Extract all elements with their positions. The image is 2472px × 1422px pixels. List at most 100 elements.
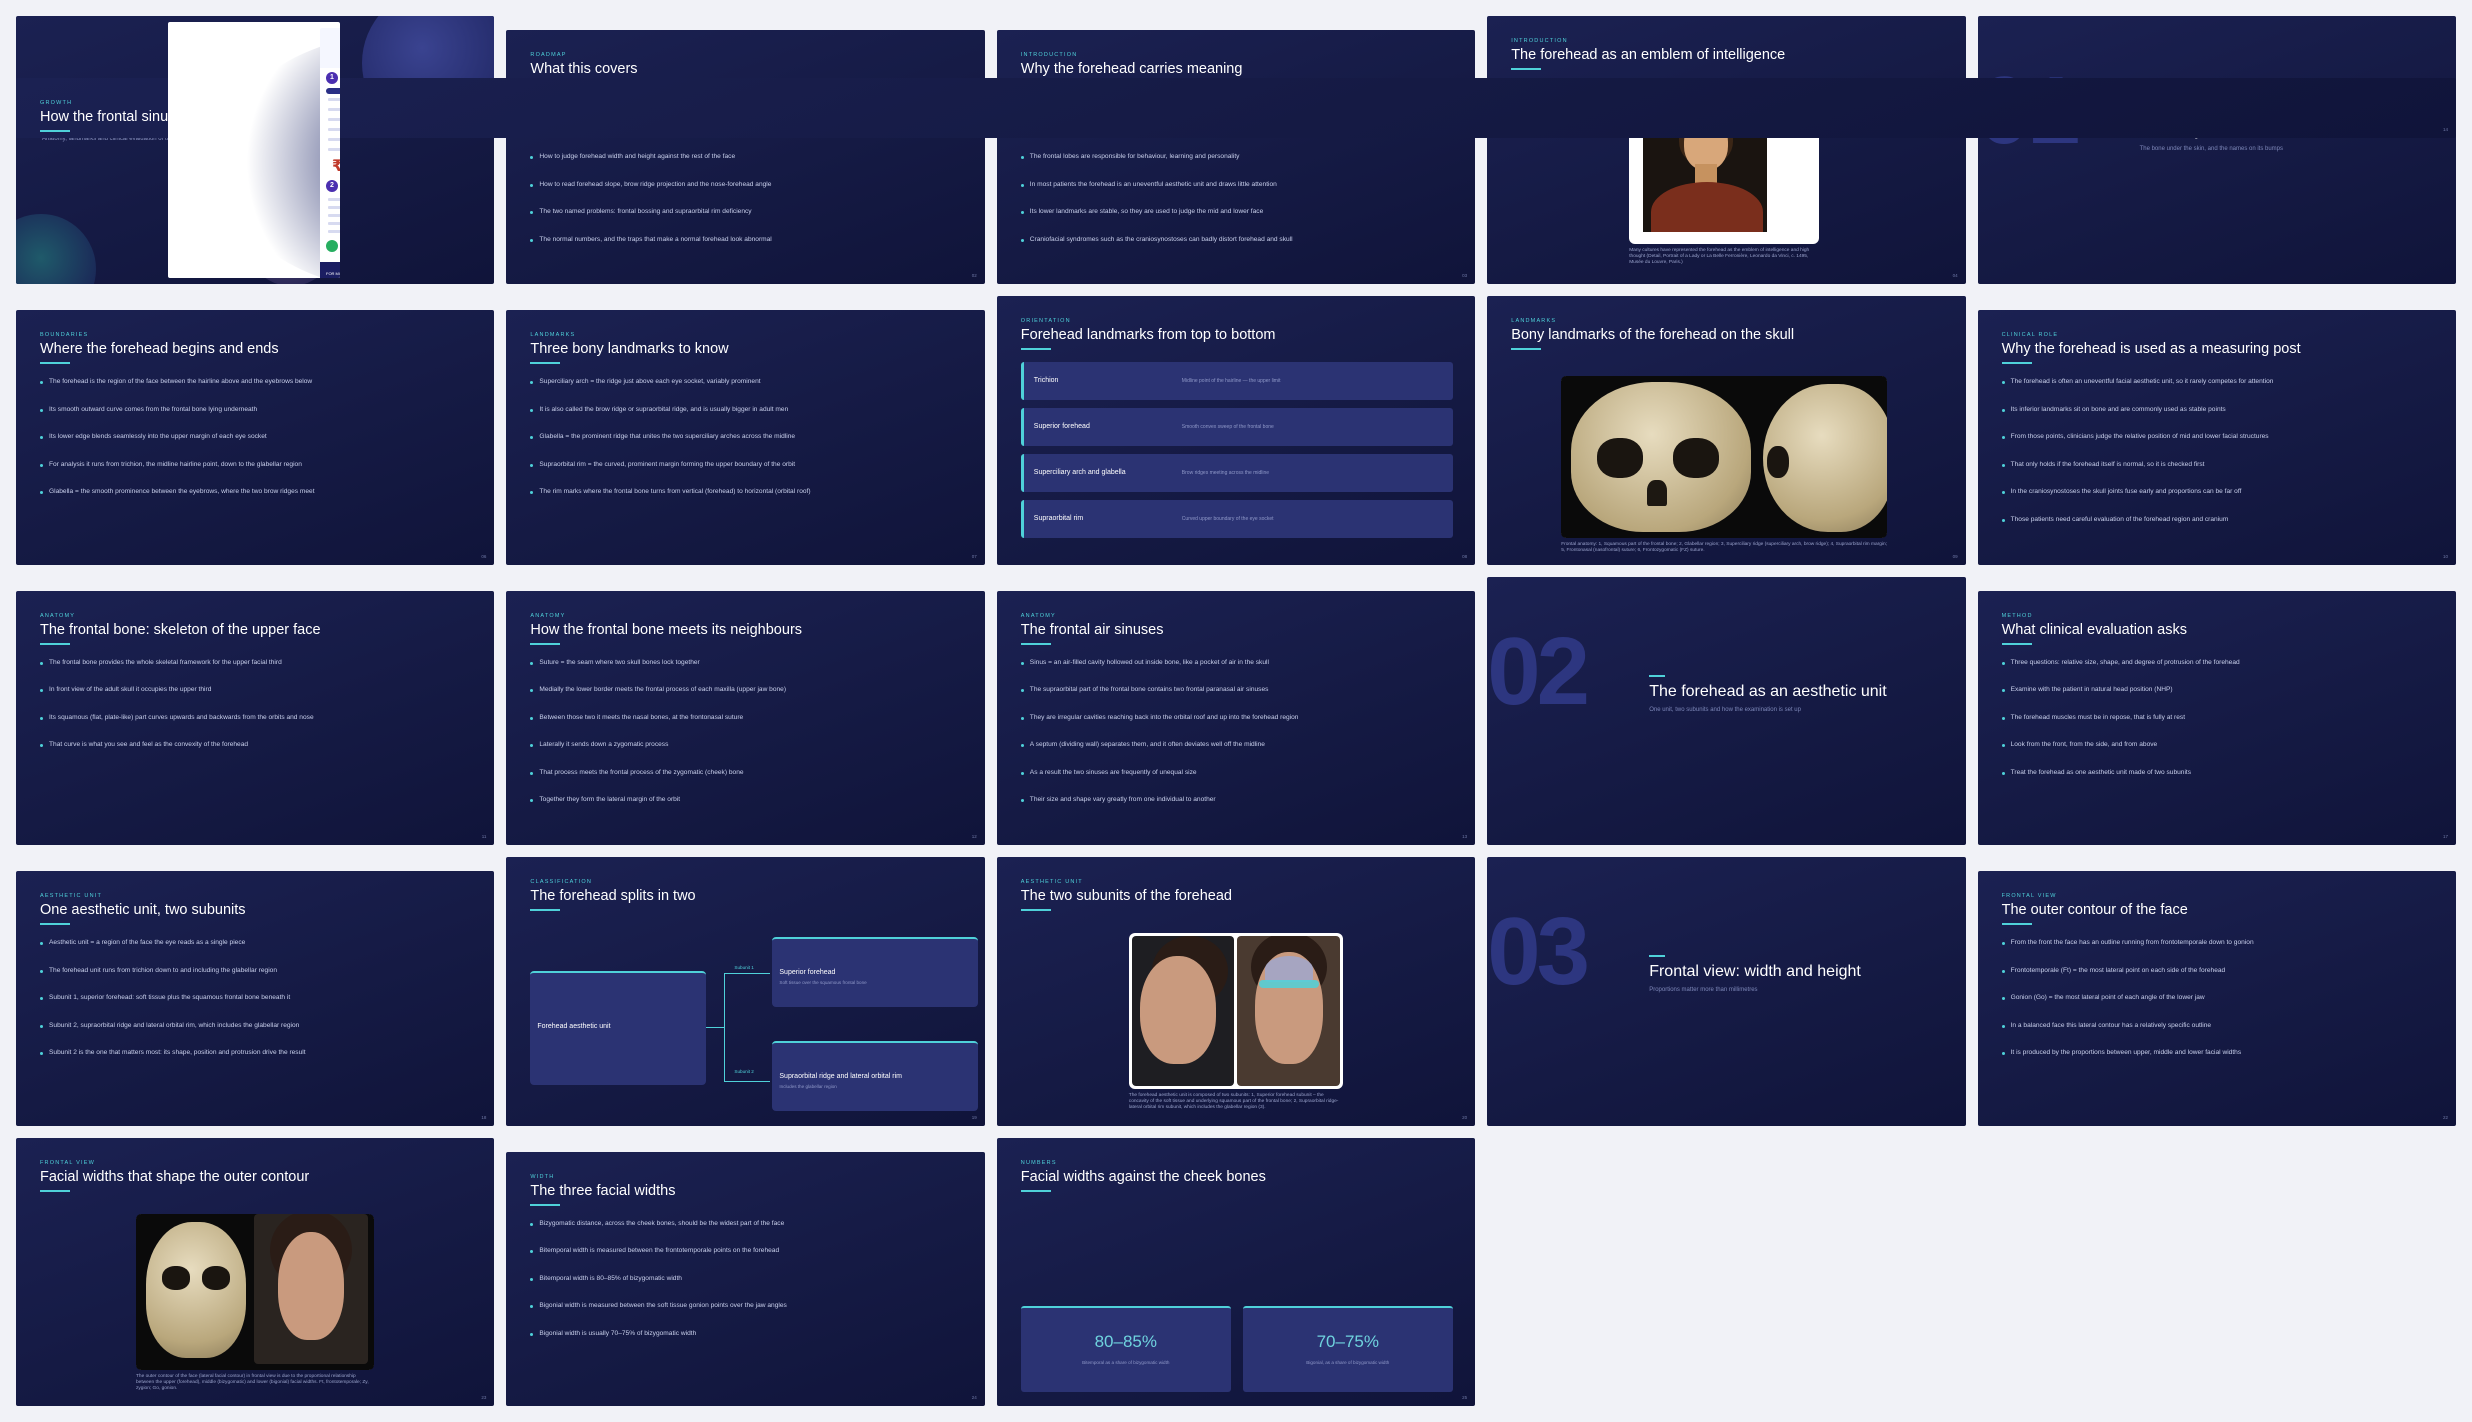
slide-thumbnail[interactable]: Clinical role Why the forehead is used as…	[1977, 310, 2456, 565]
connector	[724, 1081, 771, 1083]
image-frame	[136, 1213, 374, 1370]
page-number: 02	[971, 273, 977, 279]
title-underline	[40, 642, 70, 645]
bullet-item: The frontal bone provides the whole skel…	[40, 659, 472, 667]
slide-thumbnail[interactable]: Boundaries Where the forehead begins and …	[16, 310, 495, 565]
page-number: 18	[481, 1114, 487, 1120]
section-content: Frontal view: width and height Proportion…	[1649, 955, 1861, 993]
promo-poster: BUSY RESIDENT?START SMART. PRESENT BETTE…	[320, 28, 340, 278]
orbit-side	[1767, 446, 1790, 479]
bullet-item: In front view of the adult skull it occu…	[40, 686, 472, 694]
slide-thumbnail[interactable]: Method What clinical evaluation asks Three…	[1977, 590, 2456, 846]
bullet-item: In the craniosynostoses the skull joints…	[2001, 488, 2434, 496]
landmark-label: Superciliary arch and glabella	[1033, 469, 1126, 477]
connector	[706, 1027, 725, 1029]
bullet-item: Medially the lower border meets the fron…	[530, 686, 962, 694]
slide-eyebrow: Roadmap	[530, 52, 567, 58]
slide-thumbnail[interactable]: Landmarks Bony landmarks of the forehead …	[1487, 296, 1966, 565]
image-caption: Many cultures have represented the foreh…	[1629, 248, 1810, 265]
slide-thumbnail[interactable]: BUSY RESIDENT?START SMART. PRESENT BETTE…	[168, 22, 340, 278]
poster-text-line	[328, 138, 340, 141]
slide-content: Aesthetic unit One aesthetic unit, two su…	[40, 889, 472, 1109]
page-number: 10	[2442, 553, 2448, 559]
poster-text-line	[328, 230, 340, 233]
slide-title: Three bony landmarks to know	[530, 341, 729, 358]
poster-footer: FOR MORE DETAILS CONTACT US	[320, 262, 340, 278]
slide-thumbnail[interactable]: Anatomy How the frontal bone meets its ne…	[506, 590, 985, 846]
diagram-child-description: Includes the glabellar region	[779, 1084, 837, 1090]
bullet-list: Aesthetic unit = a region of the face th…	[40, 939, 472, 1057]
profile-photo	[1131, 936, 1234, 1087]
subunit-tag: Subunit 1	[734, 965, 754, 971]
bullet-item: Treat the forehead as one aesthetic unit…	[2001, 769, 2434, 777]
slide-thumbnail[interactable]: GrowthHow the frontal sinuses develop1No…	[16, 78, 2456, 138]
bullet-item: Its lower edge blends seamlessly into th…	[40, 433, 472, 441]
slide-thumbnail[interactable]: Introduction The forehead as an emblem of…	[1487, 16, 1966, 285]
slide-thumbnail[interactable]: 01Anatomy and landmarksThe bone under th…	[1977, 16, 2456, 285]
slide-thumbnail[interactable]: Classification The forehead splits in two…	[506, 857, 985, 1126]
title-underline	[1020, 642, 1051, 645]
slide-thumbnail[interactable]: Aesthetic unit The two subunits of the fo…	[996, 857, 1476, 1126]
slide-thumbnail[interactable]: Aesthetic unit One aesthetic unit, two su…	[16, 871, 495, 1126]
poster-text-line	[328, 198, 340, 201]
slide-eyebrow: Introduction	[1511, 38, 1568, 44]
slide-thumbnail[interactable]: Anatomy The frontal bone: skeleton of the…	[16, 590, 495, 846]
slide-thumbnail[interactable]: Numbers Facial widths against the cheek b…	[996, 1137, 1476, 1406]
bullet-item: Three questions: relative size, shape, a…	[2001, 659, 2434, 667]
page-number: 04	[1952, 273, 1958, 279]
slide-thumbnail[interactable]: 02 The forehead as an aesthetic unit One u…	[1487, 576, 1966, 846]
landmark-bar: Superior forehead Smooth convex sweep of …	[1020, 408, 1454, 447]
slide-thumbnail[interactable]: Introduction Why the forehead carries mea…	[996, 30, 1476, 285]
slide-title: The outer contour of the face	[2001, 902, 2188, 919]
slide-thumbnail[interactable]: Frontal view The outer contour of the fac…	[1977, 871, 2456, 1126]
slide-eyebrow: Anatomy	[40, 612, 76, 619]
slide-thumbnail[interactable]: RoadmapWhat this coversWhere the forehea…	[506, 30, 985, 285]
diagram-root: Forehead aesthetic unit	[530, 971, 707, 1086]
bullet-item: Examine with the patient in natural head…	[2001, 686, 2434, 694]
accent-rule	[1649, 674, 1666, 677]
page-number: 06	[481, 553, 487, 559]
title-underline	[1511, 348, 1542, 351]
bullet-item: It is produced by the proportions betwee…	[2001, 1049, 2434, 1057]
decorative-circle	[16, 214, 96, 285]
bullet-item: The frontal lobes are responsible for be…	[1020, 153, 1453, 161]
slide-content: Frontal view Facial widths that shape the…	[40, 1156, 472, 1391]
slide-title: What this covers	[530, 61, 638, 77]
landmark-label: Trichion	[1033, 377, 1059, 385]
slide-content: Method What clinical evaluation asks Three…	[2001, 609, 2434, 829]
slide-title: The forehead as an emblem of intelligenc…	[1511, 47, 1786, 63]
slide-thumbnail[interactable]: Orientation Forehead landmarks from top t…	[996, 296, 1476, 565]
slide-eyebrow: Anatomy	[530, 612, 566, 619]
landmark-description: Midline point of the hairline — the uppe…	[1181, 378, 1281, 385]
step-badge: 1	[326, 72, 338, 84]
slide-thumbnail[interactable]: Frontal view Facial widths that shape the…	[16, 1137, 495, 1406]
landmark-label: Superior forehead	[1033, 423, 1090, 431]
slide-eyebrow: Clinical role	[2001, 332, 2059, 339]
bullet-item: The forehead is the region of the face b…	[40, 378, 472, 386]
nasal-cavity	[1647, 480, 1668, 507]
slide-title: Facial widths that shape the outer conto…	[40, 1168, 310, 1185]
accent-rule	[1649, 955, 1666, 958]
bullet-item: Its squamous (flat, plate-like) part cur…	[40, 714, 472, 722]
bullet-item: The forehead muscles must be in repose, …	[2001, 714, 2434, 722]
slide-thumbnail[interactable]: Width The three facial widths Bizygomatic …	[506, 1151, 985, 1406]
slide-title: The two subunits of the forehead	[1020, 888, 1232, 905]
skull-image	[1561, 376, 1888, 539]
bullet-item: The forehead is often an uneventful faci…	[2001, 378, 2434, 386]
slide-thumbnail[interactable]: Landmarks Three bony landmarks to know Sup…	[506, 310, 985, 565]
slide-thumbnail[interactable]: Anatomy The frontal air sinuses Sinus = an…	[996, 590, 1476, 846]
bullet-item: The rim marks where the frontal bone tur…	[530, 488, 962, 496]
diagram-child-description: Soft tissue over the squamous frontal bo…	[779, 980, 867, 986]
bullet-item: Supraorbital rim = the curved, prominent…	[530, 461, 962, 469]
slide-thumbnail[interactable]: 03 Frontal view: width and height Proporti…	[1487, 857, 1966, 1126]
section-subtitle: One unit, two subunits and how the exami…	[1649, 706, 1801, 713]
page-number: 07	[971, 553, 977, 559]
bullet-list: Superciliary arch = the ridge just above…	[530, 378, 962, 496]
subunit-tag: Subunit 2	[734, 1069, 754, 1075]
bullet-item: Frontotemporale (Ft) = the most lateral …	[2001, 967, 2434, 975]
title-underline	[2001, 642, 2032, 645]
title-underline	[1511, 68, 1542, 70]
slide-eyebrow: Classification	[530, 879, 593, 886]
page-number: 23	[481, 1394, 487, 1400]
stat-value: 80–85%	[1094, 1331, 1157, 1351]
